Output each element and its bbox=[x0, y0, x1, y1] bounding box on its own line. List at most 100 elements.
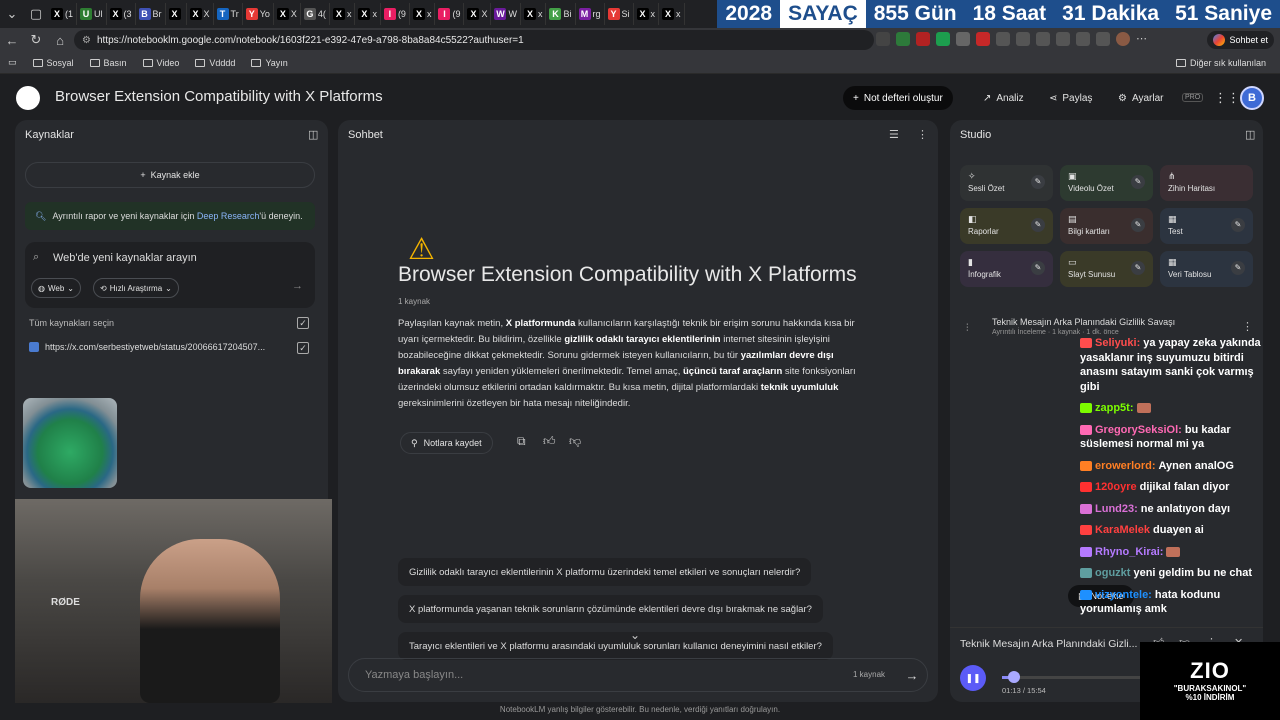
studio-tile[interactable]: ◧ Raporlar ✎ bbox=[960, 208, 1053, 244]
browser-tab[interactable]: Xx bbox=[521, 3, 547, 25]
more-icon[interactable]: ⋯ bbox=[1136, 32, 1150, 46]
extension-icon[interactable] bbox=[1016, 32, 1030, 46]
studio-tile[interactable]: ⋔ Zihin Haritası bbox=[1160, 165, 1253, 201]
home-icon[interactable]: ⌂ bbox=[48, 33, 72, 48]
browser-tab[interactable]: Xx bbox=[330, 3, 356, 25]
tab-list-icon[interactable]: ⌄ bbox=[0, 6, 24, 22]
analytics-button[interactable]: ↗ Analiz bbox=[973, 86, 1034, 110]
browser-tab[interactable]: Xx bbox=[634, 3, 660, 25]
extension-icon[interactable] bbox=[956, 32, 970, 46]
back-icon[interactable]: ← bbox=[0, 33, 24, 48]
tab-group-icon[interactable]: ▢ bbox=[24, 6, 48, 22]
save-to-notes-button[interactable]: ⚲ Notlara kaydet bbox=[400, 432, 493, 454]
browser-tab[interactable]: G 4( bbox=[301, 3, 330, 25]
account-avatar[interactable]: B bbox=[1240, 86, 1264, 110]
edit-pencil-icon[interactable]: ✎ bbox=[1131, 261, 1145, 275]
thumbs-down-icon[interactable]: 👎︎ bbox=[569, 434, 581, 449]
browser-tab[interactable]: Xx bbox=[355, 3, 381, 25]
web-source-chip[interactable]: ◍ Web ⌄ bbox=[31, 278, 81, 298]
more-vert-icon[interactable]: ⋮ bbox=[1242, 320, 1253, 333]
extension-icon[interactable] bbox=[1076, 32, 1090, 46]
suggested-question[interactable]: Gizlilik odaklı tarayıcı eklentilerinin … bbox=[398, 558, 812, 586]
studio-tile[interactable]: ✧ Sesli Özet ✎ bbox=[960, 165, 1053, 201]
url-field[interactable]: ⚙ https://notebooklm.google.com/notebook… bbox=[74, 30, 874, 50]
apps-bookmark-icon[interactable]: ▭ bbox=[0, 57, 25, 68]
site-info-icon[interactable]: ⚙ bbox=[82, 35, 91, 46]
add-source-button[interactable]: + Kaynak ekle bbox=[25, 162, 315, 188]
browser-tab[interactable]: Mrg bbox=[576, 3, 605, 25]
browser-tab[interactable]: K Bi bbox=[546, 3, 576, 25]
source-checkbox[interactable]: ✓ bbox=[297, 342, 309, 354]
browser-tab[interactable]: X (3 bbox=[107, 3, 136, 25]
research-mode-chip[interactable]: ⟲ Hızlı Araştırma ⌄ bbox=[93, 278, 179, 298]
pause-button[interactable]: ❚❚ bbox=[960, 665, 986, 691]
browser-tab[interactable]: Xx bbox=[659, 3, 685, 25]
bookmark-folder[interactable]: Basın bbox=[82, 58, 135, 68]
edit-pencil-icon[interactable]: ✎ bbox=[1231, 218, 1245, 232]
edit-pencil-icon[interactable]: ✎ bbox=[1031, 261, 1045, 275]
progress-knob[interactable] bbox=[1007, 671, 1020, 683]
edit-pencil-icon[interactable]: ✎ bbox=[1031, 218, 1045, 232]
studio-tile[interactable]: ▦ Veri Tablosu ✎ bbox=[1160, 251, 1253, 287]
progress-slider[interactable] bbox=[1002, 671, 1152, 683]
profile-icon[interactable] bbox=[1116, 32, 1130, 46]
copy-icon[interactable]: ⧉ bbox=[517, 434, 526, 449]
extension-icon[interactable] bbox=[996, 32, 1010, 46]
source-item[interactable]: https://x.com/serbestiyetweb/status/2006… bbox=[29, 342, 299, 352]
studio-tile[interactable]: ▦ Test ✎ bbox=[1160, 208, 1253, 244]
gemini-chat-button[interactable]: Sohbet et bbox=[1207, 31, 1274, 49]
edit-pencil-icon[interactable]: ✎ bbox=[1031, 175, 1045, 189]
bookmark-folder[interactable]: Video bbox=[135, 58, 188, 68]
extension-icon[interactable] bbox=[896, 32, 910, 46]
browser-tab[interactable]: XX bbox=[274, 3, 301, 25]
edit-pencil-icon[interactable]: ✎ bbox=[1131, 175, 1145, 189]
deep-research-link[interactable]: Deep Research bbox=[197, 211, 260, 221]
browser-tab[interactable]: U Ul bbox=[77, 3, 107, 25]
collapse-panel-icon[interactable]: ◫ bbox=[308, 128, 318, 141]
browser-tab[interactable]: Xx bbox=[410, 3, 436, 25]
suggested-question[interactable]: Tarayıcı eklentileri ve X platformu aras… bbox=[398, 632, 833, 660]
reload-icon[interactable]: ↻ bbox=[24, 32, 48, 48]
bookmark-folder[interactable]: Vdddd bbox=[187, 58, 243, 68]
extension-icon[interactable] bbox=[976, 32, 990, 46]
deep-research-banner[interactable]: 🔍︎ Ayrıntılı rapor ve yeni kaynaklar içi… bbox=[25, 202, 315, 230]
collapse-panel-icon[interactable]: ◫ bbox=[1245, 128, 1255, 141]
notebook-title[interactable]: Browser Extension Compatibility with X P… bbox=[55, 88, 383, 105]
browser-tab[interactable]: X bbox=[166, 3, 187, 25]
browser-tab[interactable]: Y Yo bbox=[243, 3, 274, 25]
create-notebook-button[interactable]: + Not defteri oluştur bbox=[843, 86, 953, 110]
browser-tab[interactable]: Y Si bbox=[605, 3, 634, 25]
browser-tab[interactable]: XX bbox=[187, 3, 214, 25]
edit-pencil-icon[interactable]: ✎ bbox=[1231, 261, 1245, 275]
more-vert-icon[interactable]: ⋮ bbox=[917, 128, 928, 141]
studio-tile[interactable]: ▣ Videolu Özet ✎ bbox=[1060, 165, 1153, 201]
edit-pencil-icon[interactable]: ✎ bbox=[1131, 218, 1145, 232]
extension-icon[interactable] bbox=[1036, 32, 1050, 46]
studio-tile[interactable]: ▮ İnfografik ✎ bbox=[960, 251, 1053, 287]
web-search-input[interactable]: Web'de yeni kaynaklar arayın bbox=[53, 252, 197, 264]
bookmark-folder[interactable]: Yayın bbox=[243, 58, 295, 68]
browser-tab[interactable]: WW bbox=[491, 3, 521, 25]
extension-icon[interactable] bbox=[916, 32, 930, 46]
browser-tab[interactable]: X (1 bbox=[48, 3, 78, 25]
tune-icon[interactable]: ☰ bbox=[889, 128, 899, 141]
browser-tab[interactable]: T Tr bbox=[214, 3, 243, 25]
browser-tab[interactable]: I (9 bbox=[381, 3, 410, 25]
share-button[interactable]: ⋖ Paylaş bbox=[1039, 86, 1102, 110]
browser-tab[interactable]: I (9 bbox=[435, 3, 465, 25]
extension-icon[interactable] bbox=[876, 32, 890, 46]
extension-icon[interactable] bbox=[1056, 32, 1070, 46]
scroll-down-icon[interactable]: ⌄ bbox=[630, 628, 640, 642]
settings-button[interactable]: ⚙ Ayarlar bbox=[1108, 86, 1173, 110]
chat-input[interactable]: Yazmaya başlayın... bbox=[348, 658, 928, 692]
studio-tile[interactable]: ▭ Slayt Sunusu ✎ bbox=[1060, 251, 1153, 287]
other-bookmarks[interactable]: Diğer sık kullanılan bbox=[1168, 58, 1274, 68]
submit-arrow-icon[interactable]: → bbox=[292, 280, 303, 292]
thumbs-up-icon[interactable]: 👍︎ bbox=[543, 434, 556, 449]
suggested-question[interactable]: X platformunda yaşanan teknik sorunların… bbox=[398, 595, 823, 623]
browser-tab[interactable]: B Br bbox=[136, 3, 166, 25]
bookmark-folder[interactable]: Sosyal bbox=[25, 58, 82, 68]
select-all-checkbox[interactable]: ✓ bbox=[297, 317, 309, 329]
notebooklm-logo[interactable] bbox=[16, 86, 40, 110]
extension-icon[interactable] bbox=[936, 32, 950, 46]
